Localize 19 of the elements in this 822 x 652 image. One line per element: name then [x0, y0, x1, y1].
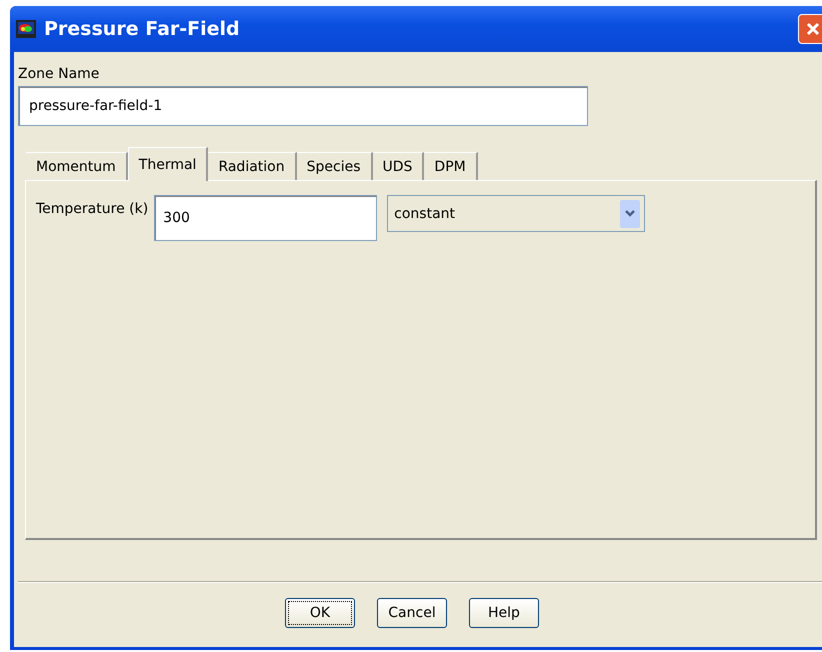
- tab[interactable]: DPM: [424, 152, 478, 180]
- field-label: Zone Name: [18, 66, 100, 82]
- tab[interactable]: Radiation: [208, 152, 297, 180]
- field-label: Temperature (k): [36, 200, 148, 217]
- chevron-down-icon: [620, 200, 640, 228]
- tab[interactable]: Thermal: [128, 147, 208, 181]
- tab[interactable]: Momentum: [26, 152, 128, 180]
- app-icon: [16, 20, 36, 38]
- method-dropdown[interactable]: constant: [387, 195, 646, 232]
- tab[interactable]: UDS: [372, 152, 424, 180]
- close-button[interactable]: [798, 14, 822, 44]
- zone-name-field[interactable]: pressure-far-field-1: [18, 86, 588, 126]
- close-icon: [805, 21, 821, 37]
- dialog-button[interactable]: Cancel: [377, 598, 447, 628]
- temperature-field[interactable]: 300: [154, 195, 378, 241]
- tab[interactable]: Species: [296, 152, 372, 180]
- window-title: Pressure Far-Field: [44, 18, 240, 40]
- dialog-button[interactable]: OK: [285, 598, 355, 628]
- dialog-button[interactable]: Help: [469, 598, 539, 628]
